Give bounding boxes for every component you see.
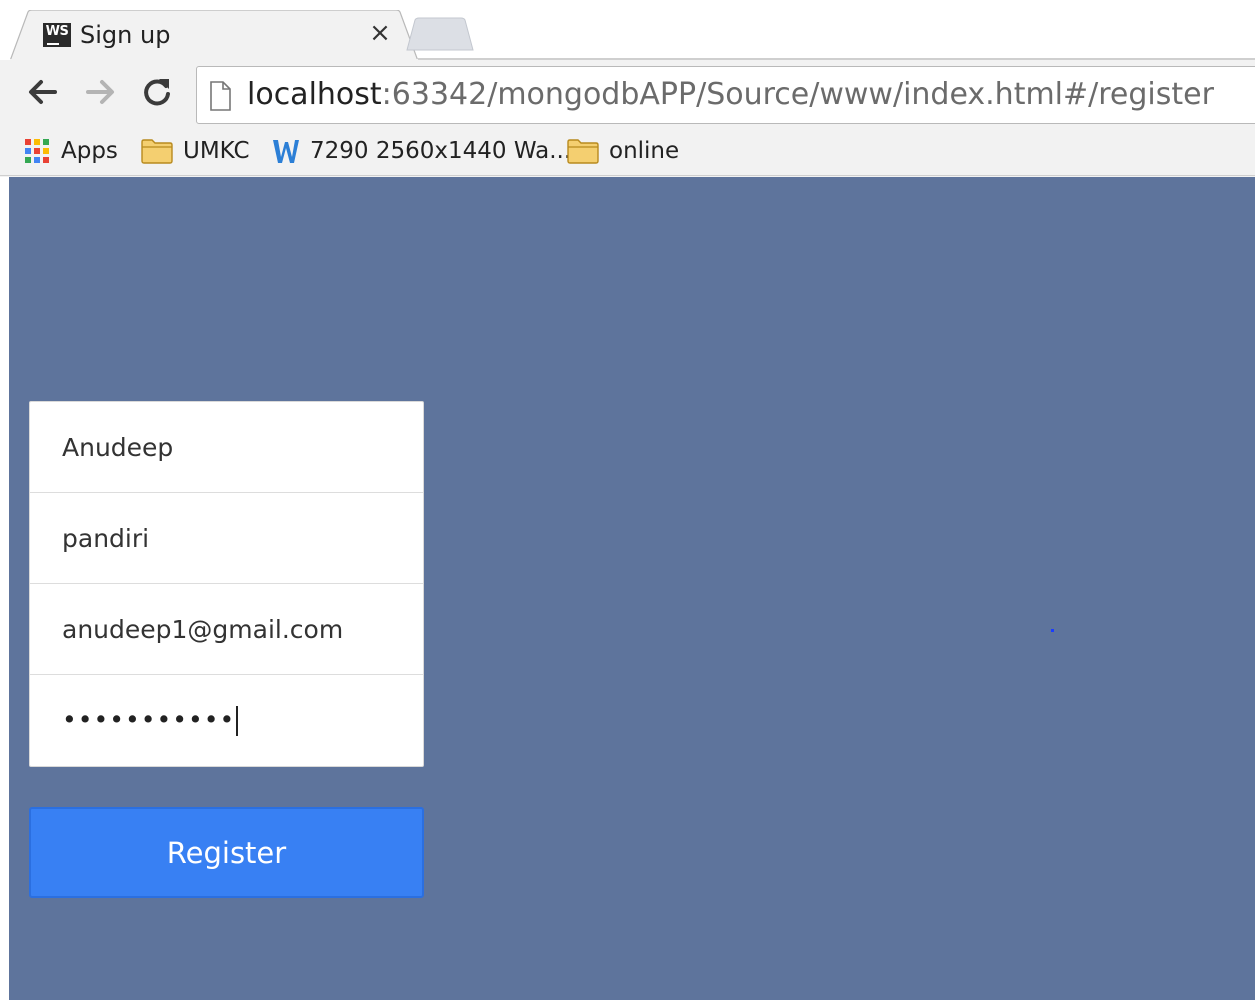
reload-button[interactable] — [139, 74, 175, 110]
stray-pixel — [1051, 629, 1054, 632]
register-form: ••••••••••• — [29, 401, 424, 767]
last-name-input[interactable] — [30, 493, 423, 583]
url-text: localhost:63342/mongodbAPP/Source/www/in… — [247, 77, 1214, 112]
apps-grid-icon — [25, 139, 49, 163]
url-host: localhost — [247, 77, 382, 112]
password-mask: ••••••••••• — [62, 705, 236, 734]
back-button[interactable] — [25, 74, 61, 110]
first-name-input[interactable] — [30, 402, 423, 492]
first-name-field[interactable] — [30, 402, 423, 493]
folder-icon — [141, 139, 173, 164]
bookmarks-bar: Apps UMKC 7290 2560x1440 Wa... online — [0, 128, 1255, 176]
bookmark-umkc[interactable]: UMKC — [141, 134, 250, 168]
bookmark-label: online — [609, 138, 680, 164]
new-tab-button[interactable] — [405, 17, 475, 51]
url-path: :63342/mongodbAPP/Source/www/index.html#… — [381, 77, 1214, 112]
bookmark-label: Apps — [61, 138, 118, 164]
back-arrow-icon — [29, 80, 57, 104]
window-edge — [0, 177, 9, 1000]
text-caret — [236, 706, 239, 736]
bookmark-apps[interactable]: Apps — [23, 134, 118, 168]
password-field[interactable]: ••••••••••• — [30, 675, 423, 766]
folder-icon — [567, 139, 599, 164]
bookmark-label: 7290 2560x1440 Wa... — [310, 138, 572, 164]
toolbar: localhost:63342/mongodbAPP/Source/www/in… — [0, 60, 1255, 128]
page-background: ••••••••••• Register — [9, 177, 1255, 1000]
email-field[interactable] — [30, 584, 423, 675]
tab-title: Sign up — [80, 21, 171, 49]
webstorm-favicon-icon: WS — [43, 23, 71, 47]
forward-arrow-icon — [86, 80, 114, 104]
w-logo-icon — [273, 140, 299, 163]
bookmark-label: UMKC — [183, 138, 250, 164]
reload-icon — [144, 79, 170, 106]
tab-sign-up[interactable]: WS Sign up × — [10, 10, 420, 62]
last-name-field[interactable] — [30, 493, 423, 584]
register-button[interactable]: Register — [29, 807, 424, 898]
browser-chrome: WS Sign up × localhost:63342/mongodbAPP/… — [0, 0, 1255, 177]
forward-button[interactable] — [82, 74, 118, 110]
bookmark-wallpaper[interactable]: 7290 2560x1440 Wa... — [272, 134, 571, 168]
tab-strip: WS Sign up × — [0, 0, 1255, 62]
tab-shape — [10, 10, 420, 62]
page-icon — [210, 81, 231, 111]
password-input[interactable]: ••••••••••• — [62, 705, 239, 736]
bookmark-online[interactable]: online — [567, 134, 679, 168]
email-input[interactable] — [30, 584, 423, 674]
tab-close-icon[interactable]: × — [368, 20, 392, 46]
address-bar[interactable]: localhost:63342/mongodbAPP/Source/www/in… — [196, 66, 1255, 124]
